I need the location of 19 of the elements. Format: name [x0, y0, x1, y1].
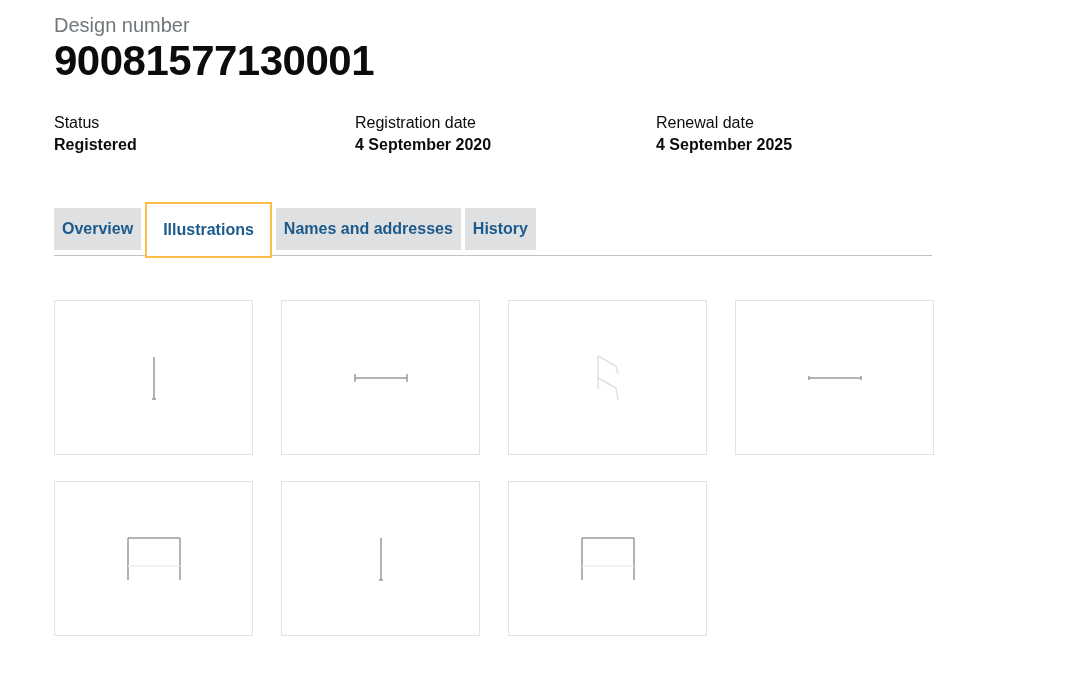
illustration-thumbnail[interactable] [281, 300, 480, 455]
summary-value: 4 September 2020 [355, 135, 493, 155]
tab[interactable]: History [464, 208, 536, 250]
summary-value: 4 September 2025 [656, 135, 794, 155]
illustration-thumbnail[interactable] [508, 300, 707, 455]
design-number: 90081577130001 [54, 38, 376, 84]
summary-label: Registration date [355, 113, 477, 133]
illustration-thumbnail[interactable] [735, 300, 934, 455]
summary-label: Status [54, 113, 101, 133]
summary-label: Renewal date [656, 113, 755, 133]
illustration-thumbnail[interactable] [54, 300, 253, 455]
illustration-thumbnail[interactable] [281, 481, 480, 636]
caption: Design number [54, 13, 191, 38]
illustration-thumbnail[interactable] [54, 481, 253, 636]
tab[interactable]: Illustrations [145, 202, 272, 258]
illustration-thumbnail[interactable] [508, 481, 707, 636]
summary-value: Registered [54, 135, 138, 155]
tab[interactable]: Overview [54, 208, 142, 250]
tab[interactable]: Names and addresses [275, 208, 461, 250]
